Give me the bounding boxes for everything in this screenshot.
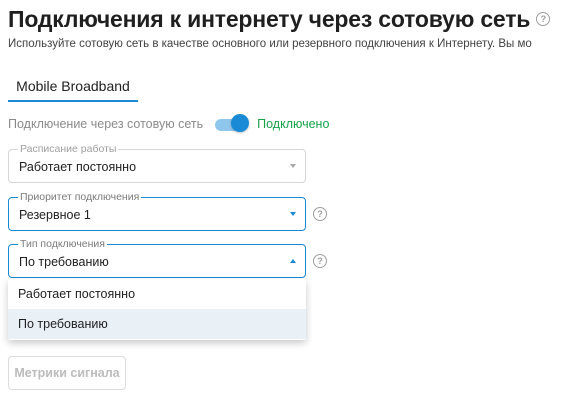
chevron-down-icon — [290, 164, 296, 168]
signal-metrics-button[interactable]: Метрики сигнала — [8, 356, 126, 390]
dropdown-option-on-demand[interactable]: По требованию — [8, 309, 306, 339]
help-icon[interactable]: ? — [536, 11, 551, 26]
toggle-thumb — [231, 114, 250, 132]
tab-mobile-broadband[interactable]: Mobile Broadband — [8, 74, 138, 102]
connection-type-help-icon[interactable]: ? — [313, 254, 327, 268]
priority-help-icon[interactable]: ? — [313, 207, 327, 221]
priority-legend: Приоритет подключения — [18, 191, 142, 203]
cellular-switch-row: Подключение через сотовую сеть Подключен… — [8, 114, 329, 134]
schedule-value: Работает постоянно — [19, 160, 137, 174]
page-title-text: Подключения к интернету через сотовую се… — [8, 6, 531, 32]
dropdown-option-always-on[interactable]: Работает постоянно — [8, 279, 306, 309]
schedule-select[interactable]: Расписание работы Работает постоянно — [8, 143, 306, 183]
page-subtitle: Используйте сотовую сеть в качестве осно… — [8, 38, 532, 50]
chevron-down-icon — [290, 212, 296, 216]
chevron-up-icon — [290, 259, 296, 263]
page-title: Подключения к интернету через сотовую се… — [8, 6, 551, 33]
cellular-switch-label: Подключение через сотовую сеть — [8, 117, 204, 131]
schedule-legend: Расписание работы — [18, 143, 119, 155]
priority-select[interactable]: Приоритет подключения Резервное 1 — [8, 191, 306, 231]
connection-type-dropdown: Работает постоянно По требованию — [8, 279, 306, 340]
connection-type-value: По требованию — [19, 255, 109, 269]
connection-type-legend: Тип подключения — [18, 238, 107, 250]
cellular-toggle[interactable] — [215, 114, 250, 134]
priority-value: Резервное 1 — [19, 208, 91, 222]
connection-status: Подключено — [257, 117, 330, 131]
connection-type-select[interactable]: Тип подключения По требованию — [8, 238, 306, 278]
